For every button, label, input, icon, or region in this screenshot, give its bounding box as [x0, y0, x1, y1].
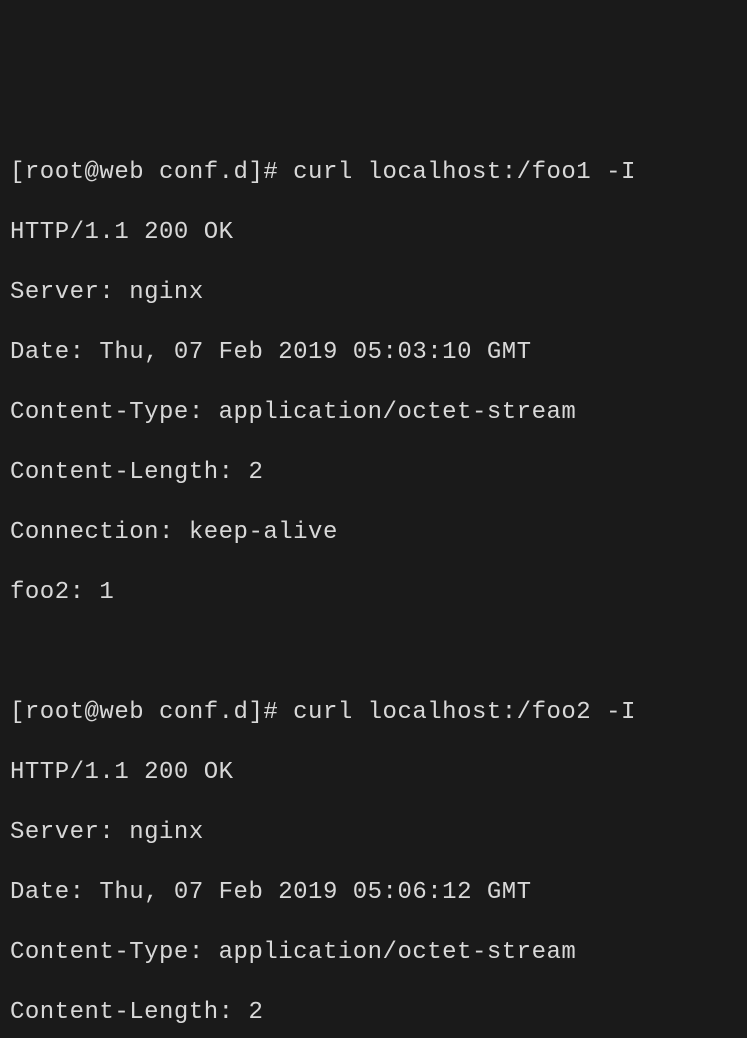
http-status-1: HTTP/1.1 200 OK	[10, 218, 737, 248]
date-header-1: Date: Thu, 07 Feb 2019 05:03:10 GMT	[10, 338, 737, 368]
connection-header-1: Connection: keep-alive	[10, 518, 737, 548]
content-type-header-1: Content-Type: application/octet-stream	[10, 398, 737, 428]
server-header-1: Server: nginx	[10, 278, 737, 308]
prompt-line-2: [root@web conf.d]# curl localhost:/foo2 …	[10, 698, 737, 728]
prompt-line-1: [root@web conf.d]# curl localhost:/foo1 …	[10, 158, 737, 188]
content-type-header-2: Content-Type: application/octet-stream	[10, 938, 737, 968]
content-length-header-1: Content-Length: 2	[10, 458, 737, 488]
terminal-output[interactable]: [root@web conf.d]# curl localhost:/foo1 …	[10, 128, 737, 1038]
blank-line	[10, 638, 737, 668]
content-length-header-2: Content-Length: 2	[10, 998, 737, 1028]
custom-header-1: foo2: 1	[10, 578, 737, 608]
date-header-2: Date: Thu, 07 Feb 2019 05:06:12 GMT	[10, 878, 737, 908]
http-status-2: HTTP/1.1 200 OK	[10, 758, 737, 788]
server-header-2: Server: nginx	[10, 818, 737, 848]
